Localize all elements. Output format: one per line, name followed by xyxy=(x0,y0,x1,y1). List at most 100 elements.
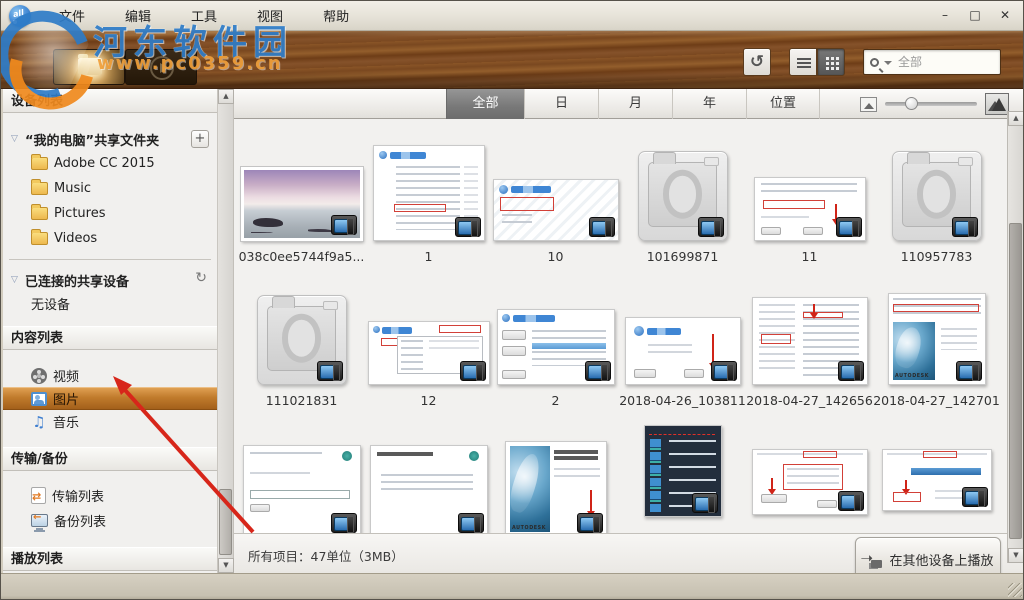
gallery-item[interactable] xyxy=(873,423,1000,533)
gallery-item[interactable]: 2 xyxy=(492,277,619,411)
grid-view-button[interactable] xyxy=(817,48,845,76)
gallery-item[interactable]: 038c0ee5744f9a5... xyxy=(238,133,365,267)
folder-icon xyxy=(31,157,48,170)
gallery-item[interactable]: 2018-04-27_142656 xyxy=(746,277,873,411)
refresh-button[interactable]: ↺ xyxy=(743,48,771,76)
thumbnail-dialogarrow[interactable] xyxy=(754,177,866,241)
device-badge-icon xyxy=(698,217,724,237)
content-scrollbar[interactable]: ▲ ▼ xyxy=(1007,111,1023,563)
tab-all[interactable]: 全部 xyxy=(446,89,524,119)
sidebar-item-music[interactable]: ♫音乐 xyxy=(3,410,217,433)
gallery-item[interactable]: AUTODESK xyxy=(492,423,619,533)
thumbnail-filelist[interactable] xyxy=(373,145,485,241)
backup-list-icon xyxy=(31,514,48,527)
scrollbar-thumb[interactable] xyxy=(219,489,232,555)
close-button[interactable]: ✕ xyxy=(995,8,1015,24)
sidebar-item-label: 视频 xyxy=(53,366,79,385)
thumbnail-grid: 038c0ee5744f9a5... 1 10 101699871 1111095778… xyxy=(234,119,1007,533)
thumbnail-filedialog[interactable] xyxy=(368,321,490,385)
sidebar-scrollbar[interactable]: ▲ ▼ xyxy=(218,89,234,573)
device-badge-icon xyxy=(455,217,481,237)
thumbnail-progress[interactable] xyxy=(882,449,992,511)
thumbnail-docdense[interactable] xyxy=(752,297,868,385)
sidebar-item-backup-list[interactable]: 备份列表 xyxy=(3,508,217,533)
thumbnail-wideweb[interactable] xyxy=(493,179,619,241)
scroll-up-icon[interactable]: ▲ xyxy=(1008,111,1024,126)
gallery-item[interactable]: 110957783 xyxy=(873,133,1000,267)
thumbnail-wizard[interactable] xyxy=(243,445,361,533)
gallery-item-label: 101699871 xyxy=(647,247,719,267)
thumbnail-wizard2[interactable] xyxy=(370,445,488,533)
gallery-item[interactable]: 101699871 xyxy=(619,133,746,267)
scrollbar-thumb[interactable] xyxy=(1009,223,1022,539)
menu-tools[interactable]: 工具 xyxy=(177,2,231,29)
gallery-item[interactable]: 111021831 xyxy=(238,277,365,411)
gallery-item[interactable] xyxy=(238,423,365,533)
menu-edit[interactable]: 编辑 xyxy=(111,2,165,29)
thumbnail-photo[interactable] xyxy=(241,167,363,241)
gallery-item-label: 1 xyxy=(425,247,433,267)
folder-label: Adobe CC 2015 xyxy=(54,156,155,171)
gallery-item[interactable]: 1 xyxy=(365,133,492,267)
thumbnail-startmenu[interactable] xyxy=(644,425,722,517)
tab-month[interactable]: 月 xyxy=(598,89,672,119)
list-view-button[interactable] xyxy=(789,48,817,76)
menu-file[interactable]: 文件 xyxy=(45,2,99,29)
sidebar-folder-pictures[interactable]: Pictures xyxy=(3,201,217,226)
scroll-down-icon[interactable]: ▼ xyxy=(218,558,234,573)
gallery-item[interactable]: 10 xyxy=(492,133,619,267)
list-view-icon xyxy=(797,58,811,60)
gallery-item[interactable] xyxy=(746,423,873,533)
scroll-up-icon[interactable]: ▲ xyxy=(218,89,234,104)
play-to-device-icon xyxy=(862,552,882,568)
thumbnail-camera[interactable] xyxy=(257,295,347,385)
shared-folder-root[interactable]: ▽ “我的电脑”共享文件夹 + xyxy=(3,127,217,151)
sidebar-item-video[interactable]: 视频 xyxy=(3,364,217,387)
gallery-item-label: 2 xyxy=(552,391,560,411)
gallery-item[interactable]: AUTODESK2018-04-27_142701 xyxy=(873,277,1000,411)
sidebar-item-label: 图片 xyxy=(53,389,79,408)
resize-grip[interactable] xyxy=(1008,583,1022,597)
gallery-item[interactable]: 2018-04-26_103811 xyxy=(619,277,746,411)
divider xyxy=(9,259,211,260)
thumbnail-autodesk[interactable]: AUTODESK xyxy=(888,293,986,385)
refresh-devices-icon[interactable]: ↻ xyxy=(195,270,207,286)
search-filter-caret-icon[interactable] xyxy=(884,61,892,65)
sidebar-folder-adobe[interactable]: Adobe CC 2015 xyxy=(3,151,217,176)
scroll-down-icon[interactable]: ▼ xyxy=(1008,548,1024,563)
connected-devices-root[interactable]: ▽ 已连接的共享设备 ↻ xyxy=(3,268,217,292)
play-mode-button[interactable] xyxy=(125,49,197,85)
gallery-item[interactable]: 11 xyxy=(746,133,873,267)
thumbnail-autodesk2[interactable]: AUTODESK xyxy=(505,441,607,533)
tab-location[interactable]: 位置 xyxy=(746,89,820,119)
maximize-button[interactable]: □ xyxy=(965,8,985,24)
sidebar-item-pictures[interactable]: 图片 xyxy=(3,387,217,410)
device-badge-icon xyxy=(585,361,611,381)
search-input[interactable] xyxy=(898,55,1024,69)
sidebar-folder-videos[interactable]: Videos xyxy=(3,226,217,251)
expander-icon[interactable]: ▽ xyxy=(11,275,25,285)
search-box[interactable] xyxy=(863,49,1001,75)
sidebar-folder-music[interactable]: Music xyxy=(3,176,217,201)
add-folder-button[interactable]: + xyxy=(191,130,209,148)
thumbnail-installer[interactable] xyxy=(625,317,741,385)
share-folder-button[interactable] xyxy=(53,49,125,85)
minimize-button[interactable]: – xyxy=(935,8,955,24)
gallery-item[interactable] xyxy=(619,423,746,533)
tab-day[interactable]: 日 xyxy=(524,89,598,119)
zoom-slider[interactable] xyxy=(885,102,977,106)
gallery-item[interactable] xyxy=(365,423,492,533)
tab-year[interactable]: 年 xyxy=(672,89,746,119)
gallery-item[interactable]: 12 xyxy=(365,277,492,411)
small-thumbnails-icon[interactable] xyxy=(860,97,877,112)
sidebar-item-transfer-list[interactable]: 传输列表 xyxy=(3,483,217,508)
thumbnail-redboxes[interactable] xyxy=(752,449,868,515)
expander-icon[interactable]: ▽ xyxy=(11,134,25,144)
large-thumbnails-icon[interactable] xyxy=(985,93,1009,115)
menu-view[interactable]: 视图 xyxy=(243,2,297,29)
thumbnail-bluelist[interactable] xyxy=(497,309,615,385)
menu-help[interactable]: 帮助 xyxy=(309,2,363,29)
thumbnail-camera[interactable] xyxy=(638,151,728,241)
thumbnail-camera[interactable] xyxy=(892,151,982,241)
zoom-slider-thumb[interactable] xyxy=(905,97,918,110)
